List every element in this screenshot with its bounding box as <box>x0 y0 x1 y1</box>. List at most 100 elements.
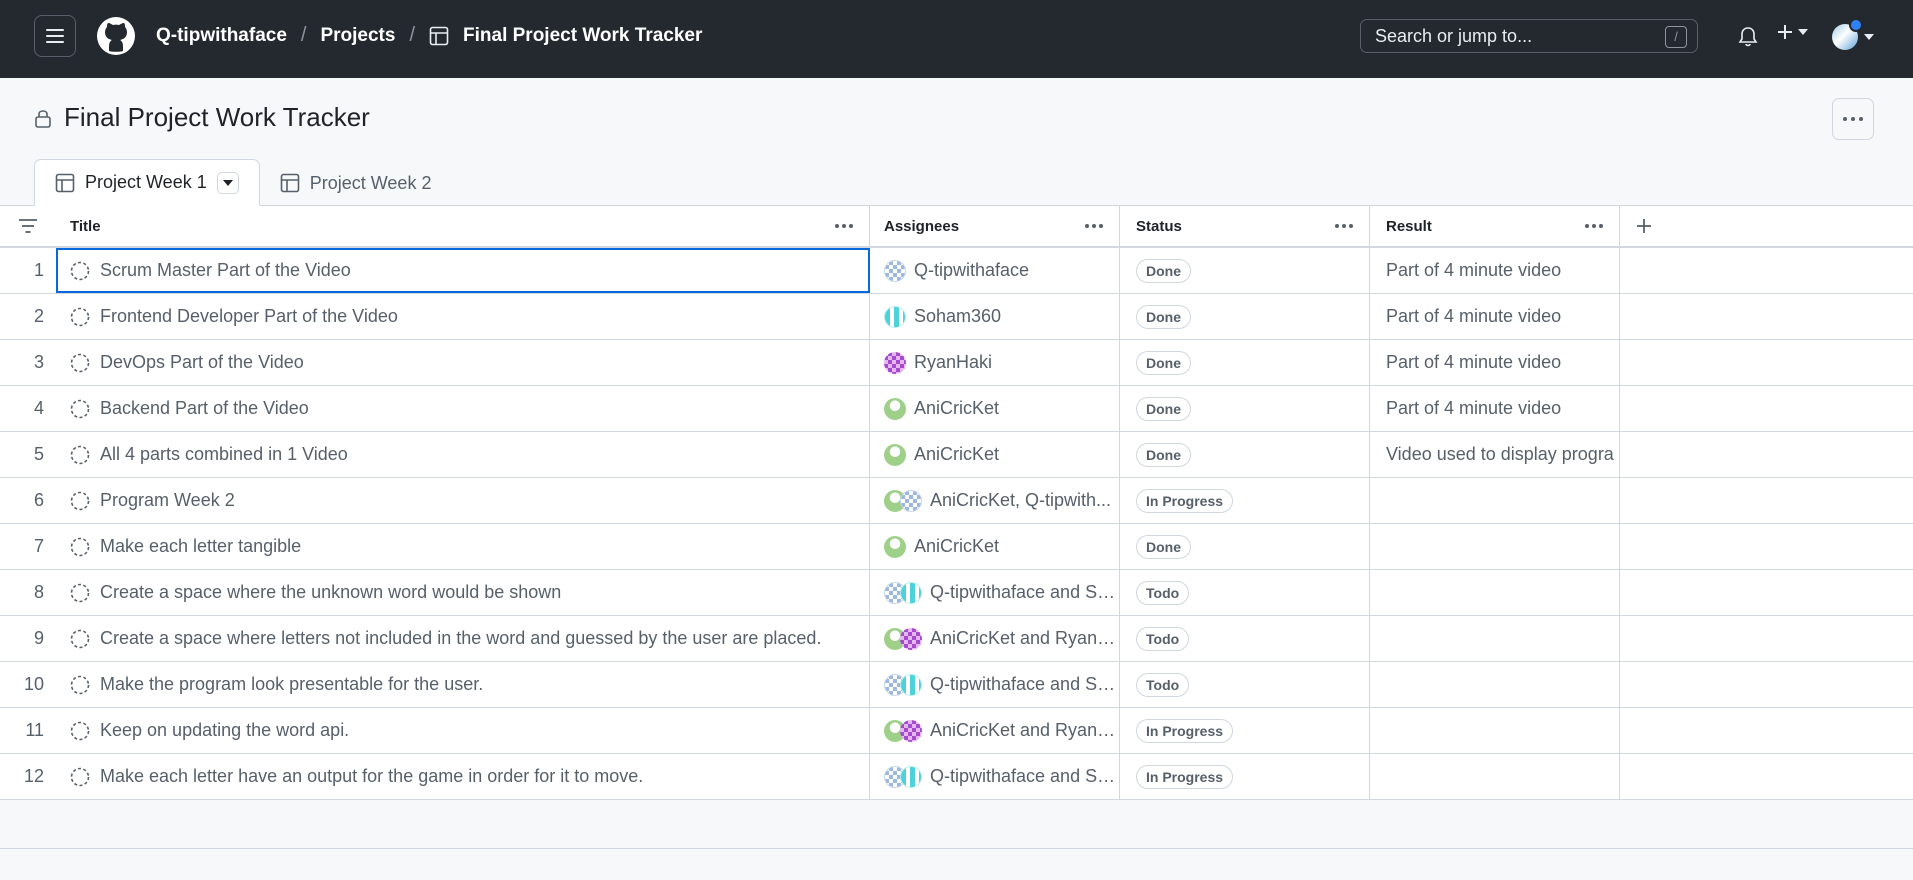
view-options-button[interactable] <box>216 171 239 194</box>
title-cell[interactable]: Backend Part of the Video <box>56 386 870 431</box>
tab-project-week-2[interactable]: Project Week 2 <box>260 160 452 206</box>
status-cell[interactable]: Done <box>1120 386 1370 431</box>
status-cell[interactable]: Done <box>1120 294 1370 339</box>
item-title[interactable]: DevOps Part of the Video <box>100 352 304 373</box>
item-title[interactable]: Frontend Developer Part of the Video <box>100 306 398 327</box>
title-cell[interactable]: DevOps Part of the Video <box>56 340 870 385</box>
status-cell[interactable]: Todo <box>1120 616 1370 661</box>
item-title[interactable]: Scrum Master Part of the Video <box>100 260 351 281</box>
breadcrumb-user[interactable]: Q-tipwithaface <box>156 25 287 47</box>
search-input[interactable]: Search or jump to... / <box>1360 19 1698 53</box>
status-cell[interactable]: In Progress <box>1120 754 1370 799</box>
table-row[interactable]: 10 Make the program look presentable for … <box>0 662 1913 708</box>
title-cell[interactable]: Make the program look presentable for th… <box>56 662 870 707</box>
column-menu-button[interactable] <box>1335 224 1353 228</box>
table-row[interactable]: 6 Program Week 2 AniCricKet, Q-tipwith... I… <box>0 478 1913 524</box>
result-cell[interactable]: Part of 4 minute video <box>1370 294 1620 339</box>
title-cell[interactable]: Keep on updating the word api. <box>56 708 870 753</box>
create-new-button[interactable] <box>1776 23 1808 41</box>
empty-cell <box>1620 570 1913 615</box>
result-cell[interactable] <box>1370 570 1620 615</box>
empty-cell <box>1620 248 1913 293</box>
title-cell[interactable]: Frontend Developer Part of the Video <box>56 294 870 339</box>
item-title[interactable]: All 4 parts combined in 1 Video <box>100 444 348 465</box>
status-cell[interactable]: Todo <box>1120 570 1370 615</box>
status-cell[interactable]: Done <box>1120 524 1370 569</box>
item-title[interactable]: Make the program look presentable for th… <box>100 674 483 695</box>
result-cell[interactable]: Part of 4 minute video <box>1370 340 1620 385</box>
avatar <box>900 489 922 512</box>
item-title[interactable]: Make each letter tangible <box>100 536 301 557</box>
result-cell[interactable]: Part of 4 minute video <box>1370 248 1620 293</box>
item-title[interactable]: Create a space where letters not include… <box>100 628 821 649</box>
assignees-cell[interactable]: Q-tipwithaface and So... <box>870 754 1120 799</box>
assignees-cell[interactable]: AniCricKet, Q-tipwith... <box>870 478 1120 523</box>
title-cell[interactable]: Program Week 2 <box>56 478 870 523</box>
assignees-cell[interactable]: AniCricKet <box>870 524 1120 569</box>
project-menu-button[interactable] <box>1832 98 1874 140</box>
column-header-result[interactable]: Result <box>1370 206 1620 246</box>
result-cell[interactable]: Video used to display progra <box>1370 432 1620 477</box>
table-row[interactable]: 11 Keep on updating the word api. AniCricK… <box>0 708 1913 754</box>
assignees-cell[interactable]: AniCricKet <box>870 386 1120 431</box>
status-cell[interactable]: Todo <box>1120 662 1370 707</box>
column-menu-button[interactable] <box>1085 224 1103 228</box>
column-menu-button[interactable] <box>835 224 853 228</box>
table-row[interactable]: 8 Create a space where the unknown word w… <box>0 570 1913 616</box>
assignees-cell[interactable]: Soham360 <box>870 294 1120 339</box>
result-cell[interactable] <box>1370 708 1620 753</box>
column-header-status[interactable]: Status <box>1120 206 1370 246</box>
notifications-button[interactable] <box>1738 26 1758 53</box>
result-cell[interactable] <box>1370 478 1620 523</box>
result-cell[interactable] <box>1370 754 1620 799</box>
status-cell[interactable]: Done <box>1120 340 1370 385</box>
status-cell[interactable]: Done <box>1120 432 1370 477</box>
result-cell[interactable] <box>1370 662 1620 707</box>
column-header-title[interactable]: Title <box>56 206 870 246</box>
column-header-assignees[interactable]: Assignees <box>870 206 1120 246</box>
add-field-button[interactable] <box>1620 206 1913 246</box>
breadcrumb-projects[interactable]: Projects <box>320 25 395 47</box>
assignees-cell[interactable]: Q-tipwithaface <box>870 248 1120 293</box>
tab-project-week-1[interactable]: Project Week 1 <box>34 159 260 206</box>
table-row[interactable]: 3 DevOps Part of the Video RyanHaki Done Par… <box>0 340 1913 386</box>
assignees-cell[interactable]: RyanHaki <box>870 340 1120 385</box>
result-cell[interactable]: Part of 4 minute video <box>1370 386 1620 431</box>
title-cell[interactable]: All 4 parts combined in 1 Video <box>56 432 870 477</box>
assignees-cell[interactable]: AniCricKet and RyanH... <box>870 616 1120 661</box>
assignees-cell[interactable]: AniCricKet <box>870 432 1120 477</box>
assignees-cell[interactable]: Q-tipwithaface and So... <box>870 662 1120 707</box>
menu-button[interactable] <box>34 15 76 57</box>
column-menu-button[interactable] <box>1585 224 1603 228</box>
github-logo-icon[interactable] <box>96 16 136 56</box>
filter-button[interactable] <box>0 206 56 246</box>
user-menu-button[interactable] <box>1832 18 1874 50</box>
avatar-group <box>884 765 922 788</box>
status-badge: Done <box>1136 304 1191 329</box>
item-title[interactable]: Make each letter have an output for the … <box>100 766 643 787</box>
assignees-cell[interactable]: AniCricKet and RyanH... <box>870 708 1120 753</box>
item-title[interactable]: Program Week 2 <box>100 490 235 511</box>
result-cell[interactable] <box>1370 524 1620 569</box>
title-cell[interactable]: Make each letter tangible <box>56 524 870 569</box>
assignees-cell[interactable]: Q-tipwithaface and So... <box>870 570 1120 615</box>
item-title[interactable]: Keep on updating the word api. <box>100 720 349 741</box>
breadcrumb-project[interactable]: Final Project Work Tracker <box>463 25 702 47</box>
title-cell[interactable]: Create a space where letters not include… <box>56 616 870 661</box>
table-row[interactable]: 9 Create a space where letters not includ… <box>0 616 1913 662</box>
item-title[interactable]: Backend Part of the Video <box>100 398 309 419</box>
title-cell[interactable]: Make each letter have an output for the … <box>56 754 870 799</box>
table-row[interactable]: 12 Make each letter have an output for th… <box>0 754 1913 800</box>
status-cell[interactable]: In Progress <box>1120 478 1370 523</box>
title-cell[interactable]: Scrum Master Part of the Video <box>56 248 870 293</box>
item-title[interactable]: Create a space where the unknown word wo… <box>100 582 561 603</box>
table-row[interactable]: 4 Backend Part of the Video AniCricKet Done… <box>0 386 1913 432</box>
title-cell[interactable]: Create a space where the unknown word wo… <box>56 570 870 615</box>
table-row[interactable]: 2 Frontend Developer Part of the Video Soh… <box>0 294 1913 340</box>
table-row[interactable]: 1 Scrum Master Part of the Video Q-tipwith… <box>0 248 1913 294</box>
table-row[interactable]: 5 All 4 parts combined in 1 Video AniCricK… <box>0 432 1913 478</box>
status-cell[interactable]: In Progress <box>1120 708 1370 753</box>
table-row[interactable]: 7 Make each letter tangible AniCricKet Done <box>0 524 1913 570</box>
status-cell[interactable]: Done <box>1120 248 1370 293</box>
result-cell[interactable] <box>1370 616 1620 661</box>
